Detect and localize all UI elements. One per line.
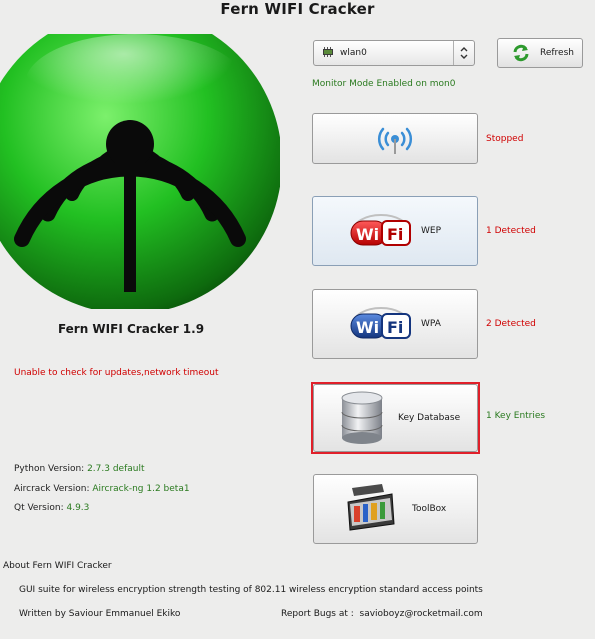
aircrack-version: Aircrack Version: Aircrack-ng 1.2 beta1 bbox=[14, 484, 190, 494]
scan-button[interactable] bbox=[312, 113, 478, 164]
author-credit: Written by Saviour Emmanuel Ekiko bbox=[19, 609, 181, 619]
refresh-icon bbox=[513, 44, 529, 62]
svg-text:Fi: Fi bbox=[387, 225, 403, 244]
refresh-button[interactable]: Refresh bbox=[497, 38, 583, 68]
aircrack-version-value: Aircrack-ng 1.2 beta1 bbox=[92, 484, 190, 494]
wifi-wpa-logo: Wi Fi bbox=[350, 307, 411, 339]
interface-select-value: wlan0 bbox=[340, 48, 367, 58]
svg-text:Fi: Fi bbox=[387, 318, 403, 337]
python-version-value: 2.7.3 default bbox=[87, 464, 145, 474]
about-description: GUI suite for wireless encryption streng… bbox=[19, 585, 483, 595]
report-bugs-label: Report Bugs at : bbox=[281, 609, 354, 619]
chip-icon bbox=[322, 46, 334, 60]
key-database-highlight bbox=[311, 382, 480, 454]
window-title: Fern WIFI Cracker bbox=[220, 0, 375, 18]
wpa-label: WPA bbox=[421, 319, 441, 329]
scan-status: Stopped bbox=[486, 134, 524, 144]
report-bugs: Report Bugs at : savioboyz@rocketmail.co… bbox=[281, 609, 483, 619]
about-heading: About Fern WIFI Cracker bbox=[3, 561, 112, 571]
toolbox-icon bbox=[347, 484, 395, 531]
toolbox-button[interactable]: ToolBox bbox=[313, 474, 478, 544]
antenna-icon bbox=[378, 127, 412, 154]
python-version-label: Python Version: bbox=[14, 464, 85, 474]
wifi-wep-logo: Wi Fi bbox=[350, 214, 411, 246]
svg-text:Wi: Wi bbox=[356, 318, 379, 337]
update-status-message: Unable to check for updates,network time… bbox=[14, 368, 219, 378]
wpa-button[interactable]: Wi Fi WPA bbox=[312, 289, 478, 359]
key-database-status: 1 Key Entries bbox=[486, 411, 546, 421]
report-bugs-email: savioboyz@rocketmail.com bbox=[359, 609, 483, 619]
spinner-arrows-icon[interactable] bbox=[453, 41, 474, 65]
wep-button[interactable]: Wi Fi WEP bbox=[312, 196, 478, 266]
wifi-logo bbox=[0, 34, 280, 309]
app-name: Fern WIFI Cracker 1.9 bbox=[57, 322, 205, 336]
svg-text:Wi: Wi bbox=[356, 225, 379, 244]
wep-label: WEP bbox=[421, 226, 442, 236]
qt-version: Qt Version: 4.9.3 bbox=[14, 503, 89, 513]
wep-status: 1 Detected bbox=[486, 226, 536, 236]
toolbox-label: ToolBox bbox=[412, 504, 447, 514]
qt-version-label: Qt Version: bbox=[14, 503, 64, 513]
interface-select[interactable]: wlan0 bbox=[313, 40, 475, 66]
python-version: Python Version: 2.7.3 default bbox=[14, 464, 145, 474]
aircrack-version-label: Aircrack Version: bbox=[14, 484, 90, 494]
monitor-mode-status: Monitor Mode Enabled on mon0 bbox=[312, 79, 456, 89]
wpa-status: 2 Detected bbox=[486, 319, 536, 329]
refresh-label: Refresh bbox=[540, 48, 574, 58]
qt-version-value: 4.9.3 bbox=[66, 503, 90, 513]
